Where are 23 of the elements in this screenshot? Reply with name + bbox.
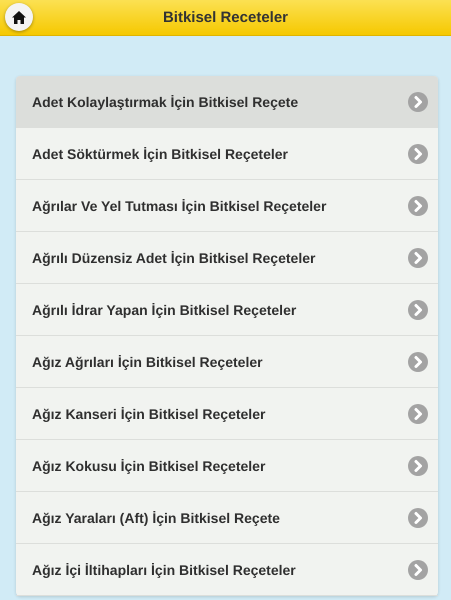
list-item[interactable]: Adet Kolaylaştırmak İçin Bitkisel Reçete [16,76,438,128]
list-item[interactable]: Ağız Ağrıları İçin Bitkisel Reçeteler [16,336,438,388]
chevron-right-icon [408,456,428,476]
list-item[interactable]: Ağız Kokusu İçin Bitkisel Reçeteler [16,440,438,492]
chevron-right-icon [408,196,428,216]
chevron-right-icon [408,560,428,580]
home-icon [12,10,26,24]
chevron-right-icon [408,404,428,424]
chevron-right-icon [408,508,428,528]
chevron-right-icon [408,92,428,112]
list-item[interactable]: Ağrılı İdrar Yapan İçin Bitkisel Reçeteler [16,284,438,336]
home-button[interactable] [5,3,33,31]
chevron-right-icon [408,352,428,372]
chevron-right-icon [408,248,428,268]
list-item[interactable]: Ağrılı Düzensiz Adet İçin Bitkisel Reçeteler [16,232,438,284]
list-item[interactable]: Adet Söktürmek İçin Bitkisel Reçeteler [16,128,438,180]
list-item[interactable]: Ağız Kanseri İçin Bitkisel Reçeteler [16,388,438,440]
page-title: Bitkisel Receteler [162,9,288,26]
list-item[interactable]: Ağrılar Ve Yel Tutması İçin Bitkisel Reçeteler [16,180,438,232]
chevron-right-icon [408,300,428,320]
chevron-right-icon [408,144,428,164]
list-item[interactable]: Ağız Yaraları (Aft) İçin Bitkisel Reçete [16,492,438,544]
list-item[interactable]: Ağız İçi İltihapları İçin Bitkisel Reçeteler [16,544,438,596]
